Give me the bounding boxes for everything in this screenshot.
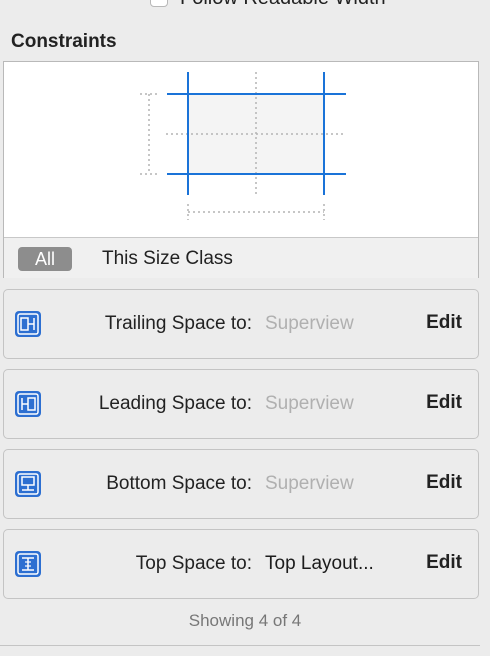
constraints-title: Constraints	[11, 31, 117, 52]
constraint-target: Superview	[265, 473, 354, 494]
constraint-item-bottom[interactable]: Bottom Space to: Superview Edit	[3, 449, 479, 519]
constraint-item-top[interactable]: Top Space to: Top Layout... Edit	[3, 529, 479, 599]
follow-readable-width-row[interactable]: Follow Readable Width	[150, 0, 386, 10]
follow-readable-width-label: Follow Readable Width	[180, 0, 386, 10]
constraint-label: Trailing Space to:	[104, 313, 252, 334]
edit-button[interactable]: Edit	[426, 392, 462, 414]
divider	[0, 645, 480, 646]
height-dimension	[140, 93, 157, 175]
constraint-target: Superview	[265, 393, 354, 414]
width-dimension	[187, 204, 325, 220]
filter-this-size-class-button[interactable]: This Size Class	[102, 248, 233, 270]
follow-readable-width-checkbox[interactable]	[150, 0, 168, 7]
constraint-label: Leading Space to:	[98, 393, 252, 414]
edit-button[interactable]: Edit	[426, 552, 462, 574]
constraint-label: Bottom Space to:	[106, 473, 252, 494]
constraints-preview: All This Size Class	[3, 61, 479, 278]
edit-button[interactable]: Edit	[426, 312, 462, 334]
bottom-space-icon	[15, 471, 41, 497]
edit-button[interactable]: Edit	[426, 472, 462, 494]
constraints-diagram	[140, 72, 346, 220]
constraint-label: Top Space to:	[135, 553, 252, 574]
top-space-icon	[15, 551, 41, 577]
constraint-target: Superview	[265, 313, 354, 334]
leading-space-icon	[15, 391, 41, 417]
constraints-count: Showing 4 of 4	[188, 611, 302, 630]
constraint-item-leading[interactable]: Leading Space to: Superview Edit	[3, 369, 479, 439]
filter-all-button[interactable]: All	[18, 247, 72, 271]
size-inspector-panel: Follow Readable Width Constraints	[0, 0, 490, 656]
constraint-target: Top Layout...	[265, 553, 374, 574]
constraint-item-trailing[interactable]: Trailing Space to: Superview Edit	[3, 289, 479, 359]
trailing-space-icon	[15, 311, 41, 337]
size-class-filter: All This Size Class	[4, 237, 478, 278]
